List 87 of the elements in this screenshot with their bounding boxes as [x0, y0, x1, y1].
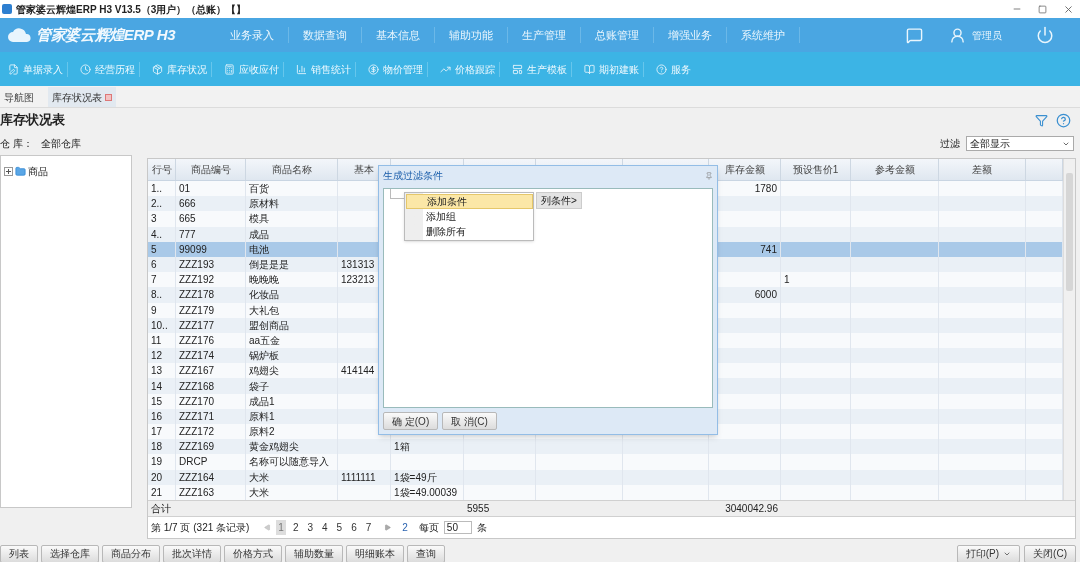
table-cell-text: 18 [151, 440, 163, 455]
table-cell-text: ZZZ174 [179, 349, 214, 364]
table-cell-text: 1袋=49斤 [394, 470, 437, 485]
table-cell-text: 99099 [179, 242, 207, 257]
unit-label: 条 [476, 520, 487, 535]
table-cell-text: 123213 [341, 273, 375, 288]
table-cell-text: 9 [151, 303, 157, 318]
table-cell-text: DRCP [179, 455, 208, 470]
table-cell-text: 741 [760, 242, 777, 257]
table-cell-text: 晚晚晚 [249, 273, 279, 288]
table-cell-text: ZZZ169 [179, 440, 214, 455]
table-cell-text: ZZZ168 [179, 379, 214, 394]
table-cell-text: 1 [784, 273, 790, 288]
table-cell-text: 鸡翅尖 [249, 364, 279, 379]
table-cell-text: ZZZ193 [179, 258, 214, 273]
table-cell-text: 1袋=49.00039 [394, 485, 458, 500]
table-cell-text: 20 [151, 470, 163, 485]
table-cell-text: ZZZ172 [179, 425, 214, 440]
per-page-label: 每页 [418, 520, 439, 535]
table-cell-text: 大米 [249, 470, 269, 485]
table-cell-text: 777 [179, 227, 196, 242]
table-cell-text: 6 [151, 258, 157, 273]
table-cell-text: 131313 [341, 258, 375, 273]
total-cell-text: 合计 [151, 501, 171, 516]
page-summary: 第 1/7 页 (321 条记录) [151, 520, 250, 535]
table-cell-text: 大米 [249, 485, 269, 500]
table-cell-text: 1.. [151, 182, 163, 197]
table-cell-text: ZZZ167 [179, 364, 214, 379]
table-cell-text: ZZZ178 [179, 288, 214, 303]
table-cell-text: 成品1 [249, 394, 275, 409]
table-cell-text: 5 [151, 242, 157, 257]
table-cell-text: 袋子 [249, 379, 269, 394]
dialog-title: 生成过滤条件 [383, 169, 443, 183]
table-cell-text: 3 [151, 212, 157, 227]
filter-label: 过滤 [940, 137, 960, 151]
table-cell-text: ZZZ164 [179, 470, 214, 485]
table-cell-text: 17 [151, 425, 163, 440]
total-cell-text: 5955 [467, 501, 490, 516]
table-cell-text: 大礼包 [249, 303, 279, 318]
table-cell-text: ZZZ177 [179, 318, 214, 333]
table-cell-text: 12 [151, 349, 163, 364]
table-cell-text: ZZZ163 [179, 485, 214, 500]
table-cell-text: 百货 [249, 182, 269, 197]
table-cell-text: 7 [151, 273, 157, 288]
table-cell-text: 1111111 [341, 470, 376, 485]
table-cell-text: 原材料 [249, 197, 279, 212]
table-cell-text: 666 [179, 197, 196, 212]
table-cell-text: 盟创商品 [249, 318, 289, 333]
window-title: 管家婆云辉煌ERP H3 V13.5（3用户）（总账）【】 [16, 2, 247, 17]
table-cell-text: 414144 [341, 364, 375, 379]
table-cell-text: 8.. [151, 288, 163, 303]
table-cell-text: 名称可以随意导入 [249, 455, 329, 470]
table-cell-text: 成品 [249, 227, 269, 242]
table-cell-text: 6000 [754, 288, 777, 303]
table-cell-text: 16 [151, 409, 163, 424]
table-cell-text: 15 [151, 394, 163, 409]
table-cell-text: aa五金 [249, 333, 281, 348]
table-cell-text: ZZZ176 [179, 333, 214, 348]
page-title: 库存状况表 [0, 111, 65, 130]
table-cell-text: 模具 [249, 212, 269, 227]
table-cell-text: 化妆品 [249, 288, 279, 303]
table-cell-text: 黄金鸡翅尖 [249, 440, 299, 455]
table-cell-text: 原料1 [249, 409, 275, 424]
table-cell-text: 原料2 [249, 425, 275, 440]
table-cell-text: ZZZ192 [179, 273, 214, 288]
table-cell-text: 665 [179, 212, 196, 227]
table-cell-text: 13 [151, 364, 163, 379]
warehouse-value: 全部仓库 [40, 137, 81, 151]
table-cell-text: 19 [151, 455, 163, 470]
table-cell-text: ZZZ171 [179, 409, 214, 424]
table-cell-text: 1箱 [394, 440, 410, 455]
table-cell-text: 4.. [151, 227, 163, 242]
table-cell-text: 电池 [249, 242, 269, 257]
table-cell-text: 2.. [151, 197, 163, 212]
table-cell-text: 锅炉板 [249, 349, 279, 364]
warehouse-label: 仓 库： [0, 137, 33, 151]
table-cell-text: 11 [151, 333, 162, 348]
logo-text: 管家婆云辉煌ERP H3 [36, 24, 177, 45]
table-cell-text: 10.. [151, 318, 168, 333]
table-cell-text: 01 [179, 182, 191, 197]
total-cell-text: 3040042.96 [725, 501, 778, 516]
table-cell-text: 21 [151, 485, 163, 500]
table-cell-text: 1780 [754, 182, 777, 197]
table-cell-text: ZZZ170 [179, 394, 214, 409]
table-cell-text: 14 [151, 379, 163, 394]
table-cell-text: 倒是是是 [249, 258, 289, 273]
table-cell-text: ZZZ179 [179, 303, 214, 318]
